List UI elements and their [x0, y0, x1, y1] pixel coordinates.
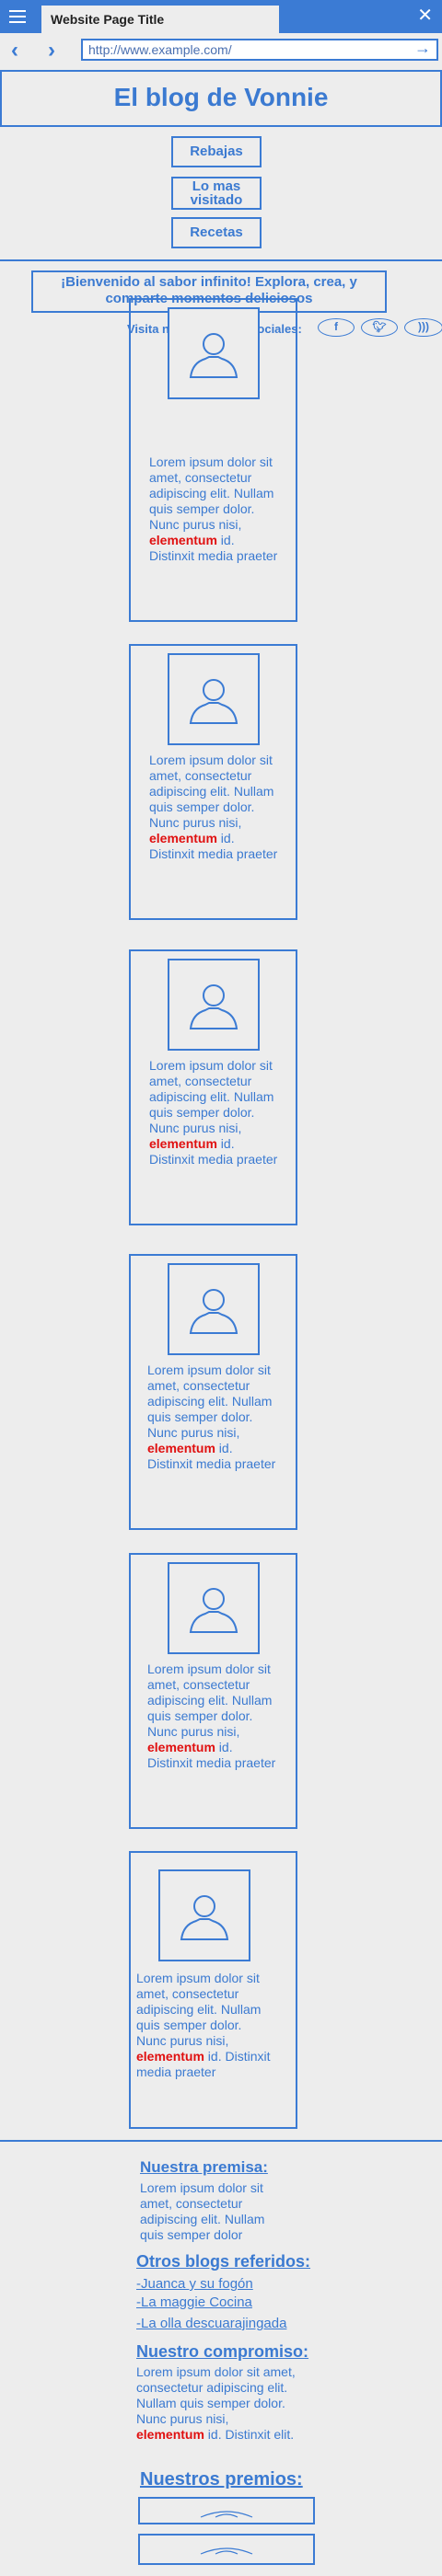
blog-post-card[interactable]: Lorem ipsum dolor sit amet, consectetur … — [129, 644, 297, 920]
premise-title: Nuestra premisa: — [140, 2158, 268, 2176]
close-icon[interactable]: ✕ — [417, 6, 433, 26]
back-arrow-icon[interactable]: ‹ — [11, 39, 18, 63]
blog-post-card[interactable]: Lorem ipsum dolor sit amet, consectetur … — [129, 1553, 297, 1829]
user-avatar-icon — [189, 1588, 238, 1633]
post-image-placeholder[interactable] — [168, 959, 260, 1051]
post-image-placeholder[interactable] — [168, 307, 260, 399]
award-icon — [200, 2511, 253, 2518]
site-footer: Nuestra premisa: Lorem ipsum dolor sit a… — [0, 2140, 442, 2576]
post-excerpt: Lorem ipsum dolor sit amet, consectetur … — [149, 1058, 278, 1167]
commitment-title: Nuestro compromiso: — [136, 2342, 309, 2361]
tab-title: Website Page Title — [51, 12, 165, 27]
blog-post-card[interactable]: Lorem ipsum dolor sit amet, consectetur … — [129, 949, 297, 1225]
post-excerpt: Lorem ipsum dolor sit amet, consectetur … — [149, 454, 278, 563]
facebook-icon[interactable]: f — [318, 318, 355, 337]
highlight-word: elementum — [149, 1136, 217, 1151]
menu-button-rebajas[interactable]: Rebajas — [171, 136, 262, 167]
post-excerpt: Lorem ipsum dolor sit amet, consectetur … — [149, 753, 278, 861]
address-bar: ‹ › http://www.example.com/ → — [0, 33, 442, 70]
main-menu: Rebajas Lo mas visitado Recetas — [0, 127, 442, 261]
post-image-placeholder[interactable] — [158, 1869, 250, 1961]
awards-title: Nuestros premios: — [140, 2469, 303, 2490]
post-image-placeholder[interactable] — [168, 1562, 260, 1654]
commitment-text: Lorem ipsum dolor sit amet, consectetur … — [136, 2364, 296, 2442]
blog-post-card[interactable]: Lorem ipsum dolor sit amet, consectetur … — [129, 1851, 297, 2129]
post-image-placeholder[interactable] — [168, 1263, 260, 1355]
user-avatar-icon — [189, 1289, 238, 1334]
url-text: http://www.example.com/ — [88, 42, 232, 57]
blog-post-card[interactable]: Lorem ipsum dolor sit amet, consectetur … — [129, 298, 297, 622]
post-image-placeholder[interactable] — [168, 653, 260, 745]
user-avatar-icon — [189, 679, 238, 724]
user-avatar-icon — [189, 984, 238, 1029]
rss-icon[interactable]: ))) — [404, 318, 442, 337]
user-avatar-icon — [189, 333, 238, 378]
go-arrow-icon[interactable]: → — [414, 39, 431, 58]
award-badge — [138, 2534, 315, 2565]
twitter-icon[interactable]: 🐦︎ — [361, 318, 398, 337]
post-excerpt: Lorem ipsum dolor sit amet, consectetur … — [136, 1971, 271, 2079]
highlight-word: elementum — [149, 831, 217, 845]
url-input[interactable]: http://www.example.com/ → — [81, 39, 438, 61]
premise-text: Lorem ipsum dolor sit amet, consectetur … — [140, 2180, 265, 2242]
blog-link-juanca[interactable]: -Juanca y su fogón — [136, 2276, 253, 2292]
highlight-word: elementum — [149, 533, 217, 547]
award-icon — [200, 2547, 253, 2555]
menu-button-lo-mas-visitado[interactable]: Lo mas visitado — [171, 177, 262, 210]
menu-button-recetas[interactable]: Recetas — [171, 217, 262, 248]
highlight-word: elementum — [147, 1740, 215, 1754]
blog-link-maggie[interactable]: -La maggie Cocina — [136, 2294, 252, 2310]
award-badge — [138, 2497, 315, 2524]
browser-titlebar: Website Page Title ✕ — [0, 0, 442, 33]
highlight-word: elementum — [147, 1441, 215, 1455]
site-header: El blog de Vonnie — [0, 70, 442, 127]
browser-tab[interactable]: Website Page Title — [41, 5, 280, 33]
blog-title: El blog de Vonnie — [113, 83, 329, 111]
post-excerpt: Lorem ipsum dolor sit amet, consectetur … — [147, 1363, 276, 1471]
user-avatar-icon — [180, 1895, 229, 1940]
highlight-word: elementum — [136, 2049, 204, 2064]
blog-link-olla[interactable]: -La olla descuarajingada — [136, 2316, 286, 2331]
hamburger-menu-icon[interactable] — [9, 10, 26, 23]
post-excerpt: Lorem ipsum dolor sit amet, consectetur … — [147, 1662, 276, 1770]
highlight-word: elementum — [136, 2427, 204, 2442]
blog-post-card[interactable]: Lorem ipsum dolor sit amet, consectetur … — [129, 1254, 297, 1530]
forward-arrow-icon[interactable]: › — [48, 39, 55, 63]
blogs-title: Otros blogs referidos: — [136, 2252, 311, 2271]
